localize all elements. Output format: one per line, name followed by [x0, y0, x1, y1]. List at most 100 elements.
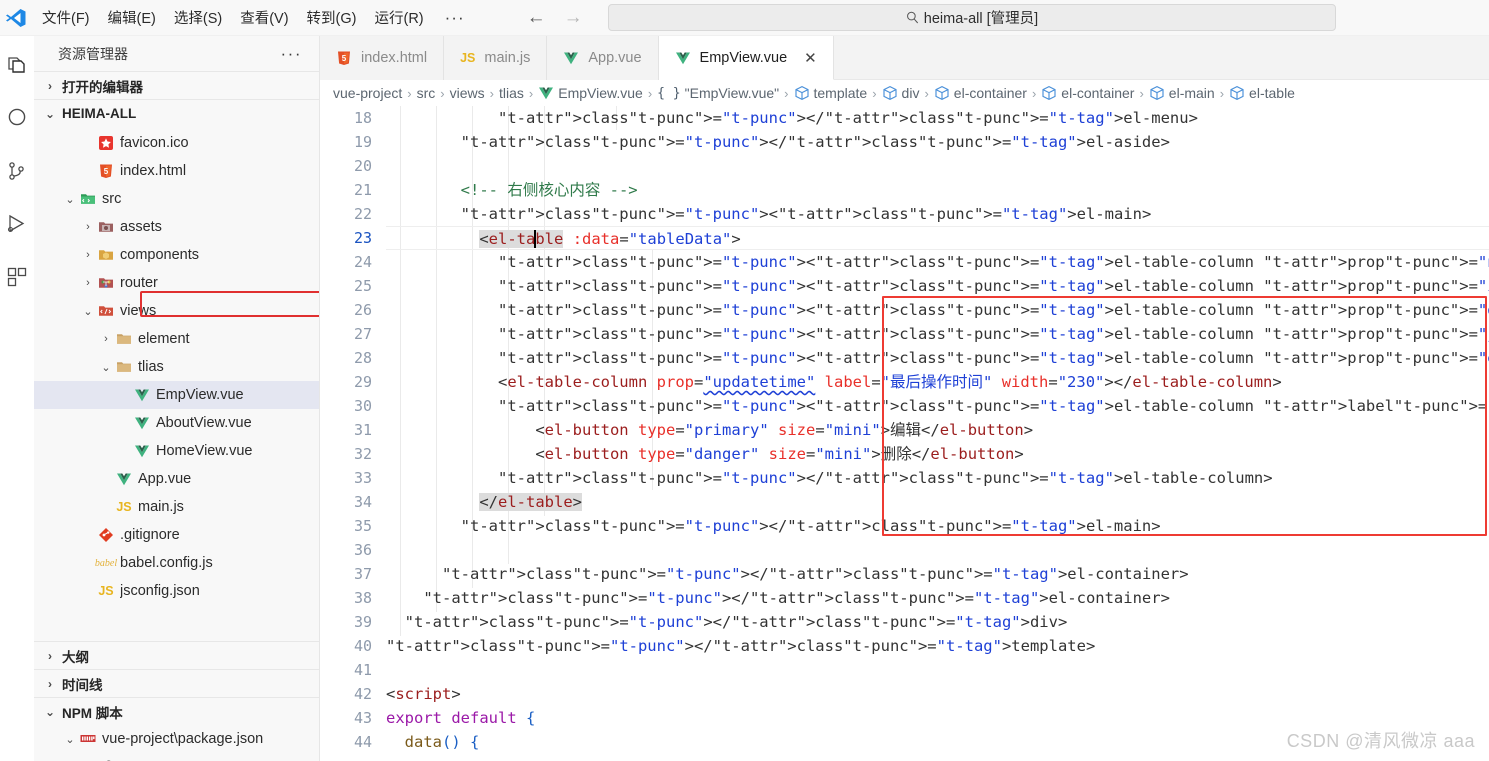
tree-file-.gitignore[interactable]: .gitignore: [34, 521, 319, 549]
menu-item-file[interactable]: 文件(F): [33, 4, 99, 31]
tree-folder-router[interactable]: › router: [34, 269, 319, 297]
breadcrumb-item-tlias[interactable]: tlias: [499, 85, 524, 101]
code-line[interactable]: </el-table>: [386, 490, 1489, 514]
chevron-down-icon[interactable]: ⌄: [62, 733, 78, 746]
chevron-right-icon[interactable]: ›: [80, 277, 96, 289]
close-icon[interactable]: ✕: [804, 49, 817, 67]
chevron-down-icon[interactable]: ⌄: [80, 305, 96, 318]
menu-item-edit[interactable]: 编辑(E): [99, 4, 165, 31]
tree-folder-src[interactable]: ⌄ src: [34, 185, 319, 213]
tree-item-label: jsconfig.json: [120, 583, 200, 599]
tree-folder-tlias[interactable]: ⌄ tlias: [34, 353, 319, 381]
tree-file-jsconfig.json[interactable]: JS jsconfig.json: [34, 577, 319, 605]
menu-more-button[interactable]: ···: [433, 9, 477, 26]
code-line[interactable]: "t-attr">class"t-punc">="t-punc"></"t-at…: [386, 514, 1489, 538]
breadcrumb-item-el-table[interactable]: el-table: [1229, 85, 1295, 101]
menu-item-view[interactable]: 查看(V): [231, 4, 297, 31]
section-heima-all[interactable]: ⌄ HEIMA-ALL: [34, 99, 319, 127]
code-line[interactable]: "t-attr">class"t-punc">="t-punc"><"t-att…: [386, 202, 1489, 226]
code-line[interactable]: <!-- 右侧核心内容 -->: [386, 178, 1489, 202]
code-line[interactable]: "t-attr">class"t-punc">="t-punc"><"t-att…: [386, 274, 1489, 298]
source-control-icon[interactable]: [4, 158, 30, 184]
chevron-right-icon[interactable]: ›: [98, 333, 114, 345]
breadcrumb-item-EmpViewvue[interactable]: EmpView.vue: [538, 85, 643, 101]
tree-file-main.js[interactable]: JS main.js: [34, 493, 319, 521]
chevron-right-icon[interactable]: ›: [80, 249, 96, 261]
arrow-right-icon[interactable]: →: [564, 8, 583, 27]
command-search-input[interactable]: heima-all [管理员]: [608, 4, 1336, 31]
code-line[interactable]: "t-attr">class"t-punc">="t-punc"></"t-at…: [386, 130, 1489, 154]
tree-file-favicon.ico[interactable]: favicon.ico: [34, 129, 319, 157]
breadcrumb-item-src[interactable]: src: [417, 85, 436, 101]
run-debug-icon[interactable]: [4, 211, 30, 237]
code-line[interactable]: "t-attr">class"t-punc">="t-punc"></"t-at…: [386, 466, 1489, 490]
code-line[interactable]: "t-attr">class"t-punc">="t-punc"></"t-at…: [386, 586, 1489, 610]
breadcrumb-item-views[interactable]: views: [450, 85, 485, 101]
section-timeline[interactable]: › 时间线: [34, 669, 319, 697]
code-line[interactable]: "t-attr">class"t-punc">="t-punc"><"t-att…: [386, 394, 1489, 418]
chevron-down-icon[interactable]: ⌄: [62, 193, 78, 206]
tree-file-App.vue[interactable]: App.vue: [34, 465, 319, 493]
breadcrumb-item-el-container[interactable]: el-container: [934, 85, 1027, 101]
menu-item-selection[interactable]: 选择(S): [165, 4, 231, 31]
tree-folder-assets[interactable]: › assets: [34, 213, 319, 241]
code-line[interactable]: [386, 538, 1489, 562]
code-line[interactable]: "t-attr">class"t-punc">="t-punc"><"t-att…: [386, 346, 1489, 370]
editor-tab-main.js[interactable]: JS main.js: [444, 36, 548, 80]
tree-folder-views[interactable]: ⌄ views: [34, 297, 319, 325]
line-number: 20: [353, 157, 372, 175]
editor-tab-App.vue[interactable]: App.vue: [547, 36, 659, 80]
breadcrumb-item-el-main[interactable]: el-main: [1149, 85, 1215, 101]
tree-file-babel.config.js[interactable]: babel babel.config.js: [34, 549, 319, 577]
search-circle-icon[interactable]: [4, 105, 30, 131]
code-line[interactable]: "t-attr">class"t-punc">="t-punc"><"t-att…: [386, 298, 1489, 322]
line-number: 18: [353, 109, 372, 127]
npm-script-vue-project\package.json[interactable]: ⌄ vue-project\package.json: [34, 725, 319, 753]
code-line[interactable]: <el-button type="primary" size="mini">编辑…: [386, 418, 1489, 442]
code-line[interactable]: <el-table :data="tableData">: [386, 226, 1489, 250]
folder-views-icon: [96, 303, 116, 319]
chevron-right-icon[interactable]: ›: [80, 221, 96, 233]
tree-file-EmpView.vue[interactable]: EmpView.vue: [34, 381, 319, 409]
breadcrumb-item-el-container[interactable]: el-container: [1041, 85, 1134, 101]
code-line[interactable]: "t-attr">class"t-punc">="t-punc"><"t-att…: [386, 250, 1489, 274]
line-number: 34: [353, 493, 372, 511]
code-line[interactable]: "t-attr">class"t-punc">="t-punc"></"t-at…: [386, 634, 1489, 658]
code-line[interactable]: <el-table-column prop="updatetime" label…: [386, 370, 1489, 394]
tree-file-AboutView.vue[interactable]: AboutView.vue: [34, 409, 319, 437]
code-lines: "t-attr">class"t-punc">="t-punc"></"t-at…: [386, 106, 1489, 761]
tree-file-HomeView.vue[interactable]: HomeView.vue: [34, 437, 319, 465]
code-line[interactable]: "t-attr">class"t-punc">="t-punc"></"t-at…: [386, 610, 1489, 634]
breadcrumb-item-EmpViewvue[interactable]: { } "EmpView.vue": [657, 85, 779, 101]
tree-folder-components[interactable]: › components: [34, 241, 319, 269]
code-line[interactable]: <script>: [386, 682, 1489, 706]
code-editor[interactable]: 18 19 20 21 22 23 24 25 26 27 28 29 30 31 32 33 34 35 36 37…: [320, 106, 1489, 761]
code-line[interactable]: <el-button type="danger" size="mini">删除<…: [386, 442, 1489, 466]
code-line[interactable]: "t-attr">class"t-punc">="t-punc"><"t-att…: [386, 322, 1489, 346]
breadcrumb-item-div[interactable]: div: [882, 85, 919, 101]
section-npm-scripts[interactable]: ⌄ NPM 脚本: [34, 697, 319, 725]
editor-tab-index.html[interactable]: 5 index.html: [320, 36, 445, 80]
code-line[interactable]: "t-attr">class"t-punc">="t-punc"></"t-at…: [386, 562, 1489, 586]
code-line[interactable]: "t-attr">class"t-punc">="t-punc"></"t-at…: [386, 106, 1489, 130]
npm-script-serve[interactable]: servevue-cli-service serve: [34, 753, 319, 761]
section-open-editors[interactable]: › 打开的编辑器: [34, 71, 319, 99]
tree-folder-element[interactable]: › element: [34, 325, 319, 353]
menu-item-goto[interactable]: 转到(G): [298, 4, 366, 31]
tree-file-index.html[interactable]: 5 index.html: [34, 157, 319, 185]
menu-item-run[interactable]: 运行(R): [365, 4, 432, 31]
git-icon: [96, 527, 116, 543]
section-outline[interactable]: › 大纲: [34, 641, 319, 669]
code-line[interactable]: [386, 154, 1489, 178]
breadcrumb-item-vue-project[interactable]: vue-project: [333, 85, 402, 101]
menu-bar[interactable]: 文件(F) 编辑(E) 选择(S) 查看(V) 转到(G) 运行(R) ···: [33, 4, 477, 31]
section-open-editors-label: 打开的编辑器: [62, 79, 143, 95]
breadcrumb-item-template[interactable]: template: [794, 85, 867, 101]
editor-tab-EmpView.vue[interactable]: EmpView.vue ✕: [658, 36, 834, 80]
arrow-left-icon[interactable]: ←: [527, 8, 546, 27]
explorer-more-button[interactable]: ···: [281, 45, 302, 62]
explorer-files-icon[interactable]: [4, 52, 30, 78]
extensions-icon[interactable]: [4, 264, 30, 290]
code-line[interactable]: [386, 658, 1489, 682]
chevron-down-icon[interactable]: ⌄: [98, 361, 114, 374]
